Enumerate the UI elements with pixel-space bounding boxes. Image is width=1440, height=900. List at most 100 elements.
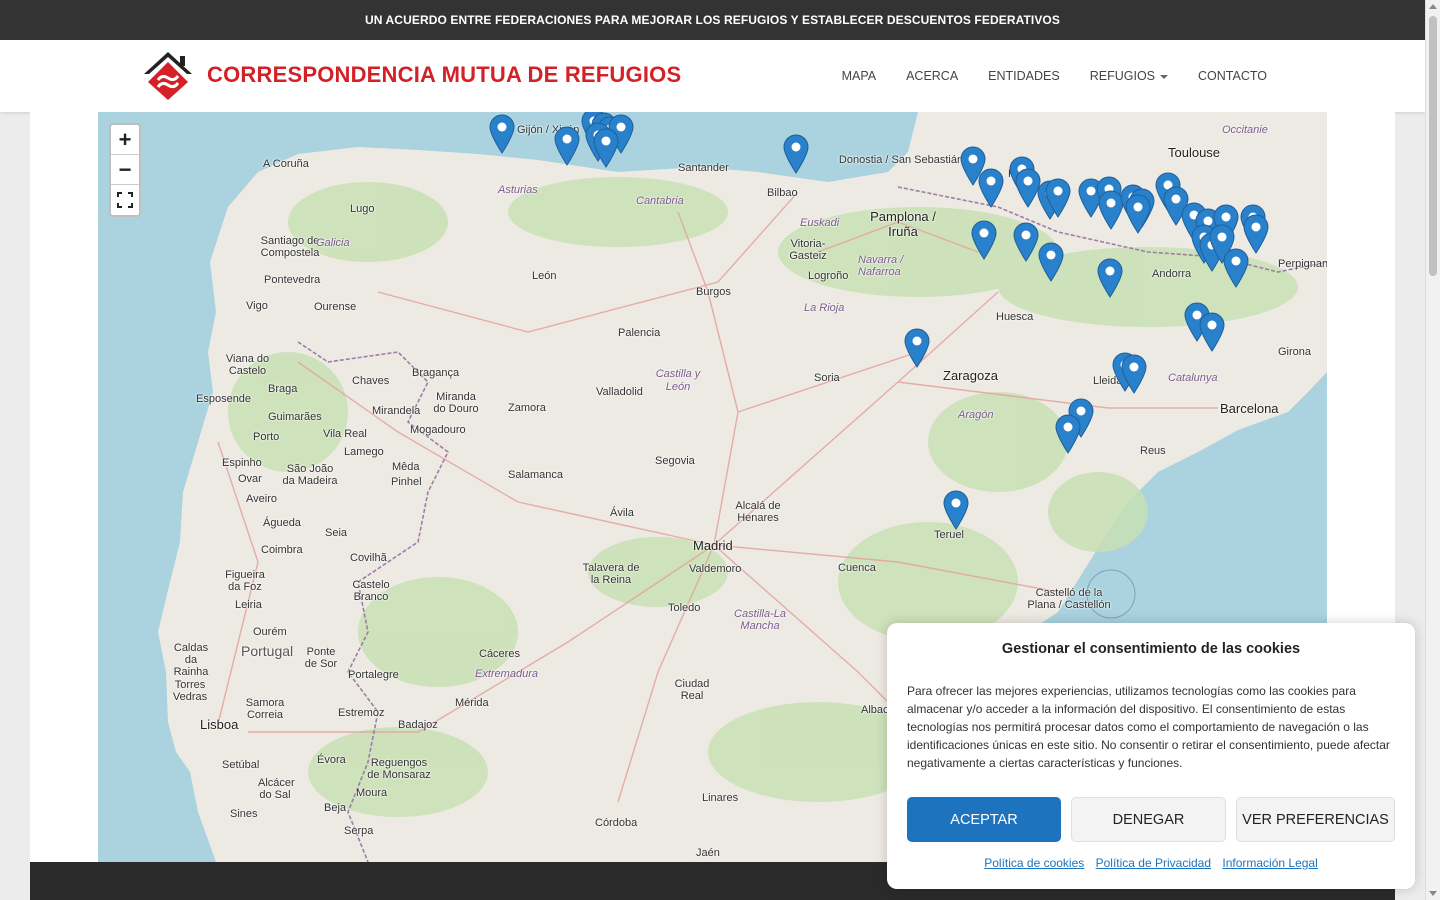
place-huesca: Huesca	[996, 311, 1034, 323]
place-valladolid: Valladolid	[596, 386, 643, 398]
scroll-up-icon[interactable]	[1429, 4, 1437, 9]
accept-button[interactable]: ACEPTAR	[907, 797, 1061, 842]
cookie-body: Para ofrecer las mejores experiencias, u…	[907, 684, 1390, 770]
place-soria: Soria	[814, 372, 840, 384]
scroll-down-icon[interactable]	[1429, 891, 1437, 896]
place-setubal: Setúbal	[222, 759, 260, 771]
place-pinhel: Pinhel	[391, 476, 422, 488]
place-occitanie: Occitanie	[1222, 124, 1268, 136]
place-barcelona: Barcelona	[1220, 401, 1279, 416]
privacy-policy-link[interactable]: Política de Privacidad	[1096, 856, 1211, 870]
place-cuenca: Cuenca	[838, 562, 876, 574]
site-logo[interactable]	[142, 50, 194, 102]
nav-contacto[interactable]: CONTACTO	[1198, 69, 1267, 83]
place-meda: Mêda	[392, 461, 420, 473]
place-burgos: Burgos	[696, 286, 731, 298]
nav-acerca[interactable]: ACERCA	[906, 69, 958, 83]
fullscreen-icon	[117, 192, 133, 208]
place-seia: Seia	[325, 527, 348, 539]
zoom-control: + −	[109, 123, 141, 217]
place-perpignan: Perpignan	[1278, 258, 1327, 270]
refuge-marker-icon[interactable]	[943, 490, 969, 530]
zoom-out-button[interactable]: −	[111, 155, 139, 185]
place-mirandela: Mirandela	[372, 405, 421, 417]
place-lamego: Lamego	[344, 446, 384, 458]
place-aragon: Aragón	[958, 409, 994, 421]
place-coruna: A Coruña	[263, 158, 309, 170]
cookie-policy-link[interactable]: Política de cookies	[984, 856, 1084, 870]
place-toledo: Toledo	[668, 602, 701, 614]
refuge-marker-icon[interactable]	[489, 114, 515, 154]
place-caceres: Cáceres	[479, 648, 520, 660]
main-nav: MAPA ACERCA ENTIDADES REFUGIOS CONTACTO	[812, 40, 1267, 112]
legal-info-link[interactable]: Información Legal	[1222, 856, 1317, 870]
place-saojoao: São João da Madeira	[282, 463, 338, 487]
refuge-marker-icon[interactable]	[978, 168, 1004, 208]
place-avila: Ávila	[610, 507, 634, 519]
refuge-marker-icon[interactable]	[1045, 178, 1071, 218]
place-jaen: Jaén	[696, 847, 720, 859]
fullscreen-button[interactable]	[111, 185, 139, 215]
refuge-marker-icon[interactable]	[554, 126, 580, 166]
page-scrollbar[interactable]	[1425, 0, 1440, 900]
place-pontedesor: Ponte de Sor	[304, 646, 338, 670]
nav-refugios[interactable]: REFUGIOS	[1090, 69, 1169, 83]
refuge-marker-icon[interactable]	[593, 128, 619, 168]
place-salamanca: Salamanca	[508, 469, 564, 481]
place-talavera: Talavera de la Reina	[582, 562, 640, 586]
place-bilbao: Bilbao	[767, 187, 798, 199]
place-ciudadreal: Ciudad Real	[674, 678, 710, 702]
place-santander: Santander	[678, 162, 729, 174]
place-guimaraes: Guimarães	[268, 411, 322, 423]
refuge-marker-icon[interactable]	[971, 220, 997, 260]
refuge-marker-icon[interactable]	[904, 328, 930, 368]
place-leiria: Leiria	[235, 599, 262, 611]
place-vitoria: Vitoria-Gasteiz	[789, 238, 827, 262]
place-agueda: Águeda	[263, 517, 301, 529]
refuge-marker-icon[interactable]	[1243, 214, 1269, 254]
place-serpa: Serpa	[344, 825, 374, 837]
place-coimbra: Coimbra	[261, 544, 303, 556]
deny-button[interactable]: DENEGAR	[1071, 797, 1226, 842]
place-vigo: Vigo	[246, 300, 268, 312]
place-pontevedra: Pontevedra	[264, 274, 321, 286]
place-girona: Girona	[1278, 346, 1312, 358]
zoom-in-button[interactable]: +	[111, 125, 139, 155]
refuge-marker-icon[interactable]	[1055, 414, 1081, 454]
place-palencia: Palencia	[618, 327, 661, 339]
place-navarra: Navarra / Nafarroa	[858, 254, 904, 278]
place-esposende: Esposende	[196, 393, 252, 405]
refuge-marker-icon[interactable]	[1199, 312, 1225, 352]
place-ourense: Ourense	[314, 301, 357, 313]
refuge-marker-icon[interactable]	[1125, 194, 1151, 234]
place-samora: Samora Correia	[245, 697, 285, 721]
place-catalunya: Catalunya	[1168, 372, 1218, 384]
refuge-marker-icon[interactable]	[783, 134, 809, 174]
place-covilha: Covilhã	[350, 552, 387, 564]
place-reus: Reus	[1140, 445, 1166, 457]
refuge-marker-icon[interactable]	[1121, 354, 1147, 394]
place-estremoz: Estremoz	[338, 707, 385, 719]
place-alcacer: Alcácer do Sal	[258, 777, 295, 801]
scroll-thumb[interactable]	[1429, 16, 1437, 276]
place-cordoba: Córdoba	[595, 817, 638, 829]
place-moura: Moura	[356, 787, 388, 799]
site-title[interactable]: CORRESPONDENCIA MUTUA DE REFUGIOS	[207, 62, 681, 88]
place-aveiro: Aveiro	[246, 493, 277, 505]
refuge-marker-icon[interactable]	[1013, 222, 1039, 262]
nav-mapa[interactable]: MAPA	[842, 69, 877, 83]
place-zaragoza: Zaragoza	[943, 368, 998, 383]
cookie-consent-dialog: Gestionar el consentimiento de las cooki…	[887, 623, 1415, 889]
place-toulouse: Toulouse	[1168, 145, 1221, 160]
preferences-button[interactable]: VER PREFERENCIAS	[1236, 797, 1395, 842]
place-castillalamancha: Castilla-La Mancha	[734, 608, 786, 632]
refuge-marker-icon[interactable]	[1097, 258, 1123, 298]
place-braganca: Bragança	[412, 367, 460, 379]
nav-entidades[interactable]: ENTIDADES	[988, 69, 1060, 83]
place-torresvedras: Torres Vedras	[172, 679, 208, 703]
place-chaves: Chaves	[352, 375, 390, 387]
place-porto: Porto	[253, 431, 280, 443]
cookie-title: Gestionar el consentimiento de las cooki…	[1001, 641, 1301, 657]
place-caldas: Caldas da Rainha	[173, 642, 209, 678]
refuge-marker-icon[interactable]	[1038, 242, 1064, 282]
